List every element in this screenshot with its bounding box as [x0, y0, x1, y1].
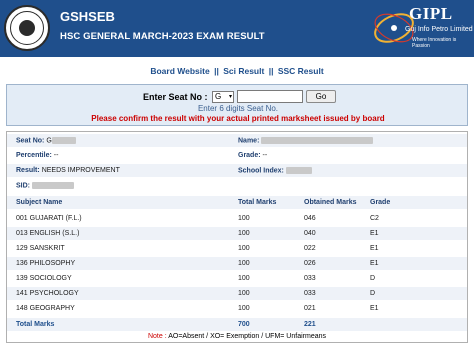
- redacted-school-index: [285, 167, 312, 174]
- subject-obtained: 033: [304, 275, 316, 282]
- redacted-sid: [31, 182, 74, 189]
- total-obtained: 221: [304, 321, 316, 328]
- seat-number-label: Enter Seat No :: [143, 92, 208, 102]
- subject-obtained: 040: [304, 230, 316, 237]
- gipl-wordmark: GIPL: [409, 4, 453, 23]
- info-row: Result: NEEDS IMPROVEMENT School Index:: [7, 164, 467, 177]
- col-subject: Subject Name: [16, 199, 63, 206]
- gipl-tagline: Where Innovation is Passion: [412, 37, 457, 49]
- nav-separator: ||: [214, 66, 219, 76]
- seat-hint: Enter 6 digits Seat No.: [197, 104, 279, 113]
- seat-series-value: G: [215, 92, 222, 101]
- result-label: Result:: [16, 167, 40, 174]
- subject-name: 148 GEOGRAPHY: [16, 305, 75, 312]
- col-total: Total Marks: [238, 199, 277, 206]
- info-row: SID:: [7, 179, 467, 192]
- redacted-name: [261, 137, 374, 144]
- subject-name: 141 PSYCHOLOGY: [16, 290, 79, 297]
- table-row: 136 PHILOSOPHY 100 026 E1: [7, 257, 467, 270]
- subject-obtained: 046: [304, 215, 316, 222]
- total-marks: 700: [238, 321, 250, 328]
- subject-name: 139 SOCIOLOGY: [16, 275, 72, 282]
- confirm-warning: Please confirm the result with your actu…: [91, 114, 385, 123]
- subject-name: 136 PHILOSOPHY: [16, 260, 76, 267]
- subject-obtained: 033: [304, 290, 316, 297]
- subject-grade: E1: [370, 245, 379, 252]
- subject-obtained: 021: [304, 305, 316, 312]
- seal-core: [19, 20, 35, 36]
- percentile-value: --: [53, 152, 59, 159]
- legend-note: Note : AO=Absent / XO= Exemption / UFM= …: [7, 333, 467, 340]
- name-label: Name:: [238, 137, 260, 145]
- seat-no-value: G: [46, 137, 52, 145]
- subject-total: 100: [238, 305, 250, 312]
- table-row: 129 SANSKRIT 100 022 E1: [7, 242, 467, 255]
- note-text: AO=Absent / XO= Exemption / UFM= Unfairm…: [168, 333, 326, 340]
- table-row: 001 GUJARATI (F.L.) 100 046 C2: [7, 212, 467, 225]
- result-value: NEEDS IMPROVEMENT: [41, 167, 120, 174]
- seat-no-label: Seat No:: [16, 137, 45, 145]
- nav-separator: ||: [268, 66, 274, 76]
- subject-total: 100: [238, 230, 250, 237]
- subject-total: 100: [238, 290, 250, 297]
- school-index-label: School Index:: [238, 167, 284, 175]
- subject-total: 100: [238, 215, 250, 222]
- info-row: Percentile: -- Grade: --: [7, 149, 467, 162]
- go-button[interactable]: Go: [306, 90, 336, 103]
- gipl-full-name: Guj Info Petro Limited: [405, 26, 473, 33]
- info-row: Seat No: G Name:: [7, 134, 467, 147]
- subject-grade: E1: [370, 305, 379, 312]
- table-row: 141 PSYCHOLOGY 100 033 D: [7, 287, 467, 300]
- subject-name: 129 SANSKRIT: [16, 245, 65, 252]
- subject-grade: C2: [370, 215, 379, 222]
- sci-result-link[interactable]: Sci Result: [223, 66, 264, 76]
- subject-name: 001 GUJARATI (F.L.): [16, 215, 82, 222]
- subject-name: 013 ENGLISH (S.L.): [16, 230, 80, 237]
- redacted-seat-no: [51, 137, 76, 144]
- percentile-label: Percentile:: [16, 152, 52, 159]
- table-row: 148 GEOGRAPHY 100 021 E1: [7, 302, 467, 315]
- subject-total: 100: [238, 275, 250, 282]
- subject-obtained: 026: [304, 260, 316, 267]
- subject-grade: E1: [370, 230, 379, 237]
- seat-number-form: Enter Seat No : G ▾ Go Enter 6 digits Se…: [6, 84, 468, 126]
- subject-total: 100: [238, 260, 250, 267]
- seat-series-select[interactable]: G ▾: [212, 91, 234, 103]
- subject-grade: E1: [370, 260, 379, 267]
- grade-value: --: [262, 152, 268, 159]
- note-label: Note :: [147, 333, 167, 340]
- board-website-link[interactable]: Board Website: [150, 66, 209, 76]
- col-grade: Grade: [370, 199, 391, 206]
- subject-grade: D: [370, 290, 376, 297]
- grade-label: Grade:: [238, 152, 261, 159]
- table-header: Subject Name Total Marks Obtained Marks …: [7, 196, 467, 209]
- nav-links: Board Website || Sci Result || SSC Resul…: [0, 66, 474, 76]
- seat-number-input[interactable]: [237, 90, 303, 103]
- ssc-result-link[interactable]: SSC Result: [278, 66, 324, 76]
- col-obtained: Obtained Marks: [304, 199, 357, 206]
- table-row: 139 SOCIOLOGY 100 033 D: [7, 272, 467, 285]
- subject-total: 100: [238, 245, 250, 252]
- chevron-down-icon: ▾: [228, 94, 232, 100]
- subject-obtained: 022: [304, 245, 316, 252]
- subject-grade: D: [370, 275, 376, 282]
- sid-label: SID:: [16, 182, 30, 190]
- total-label: Total Marks: [16, 321, 55, 328]
- org-name: GSHSEB: [60, 9, 115, 24]
- table-row: 013 ENGLISH (S.L.) 100 040 E1: [7, 227, 467, 240]
- result-panel: Seat No: G Name: Percentile: -- Grade: -…: [6, 131, 468, 343]
- total-row: Total Marks 700 221: [7, 318, 467, 331]
- header-bar: GSHSEB HSC GENERAL MARCH-2023 EXAM RESUL…: [0, 0, 474, 57]
- board-seal-logo: [4, 5, 50, 51]
- page-title: HSC GENERAL MARCH-2023 EXAM RESULT: [60, 31, 265, 42]
